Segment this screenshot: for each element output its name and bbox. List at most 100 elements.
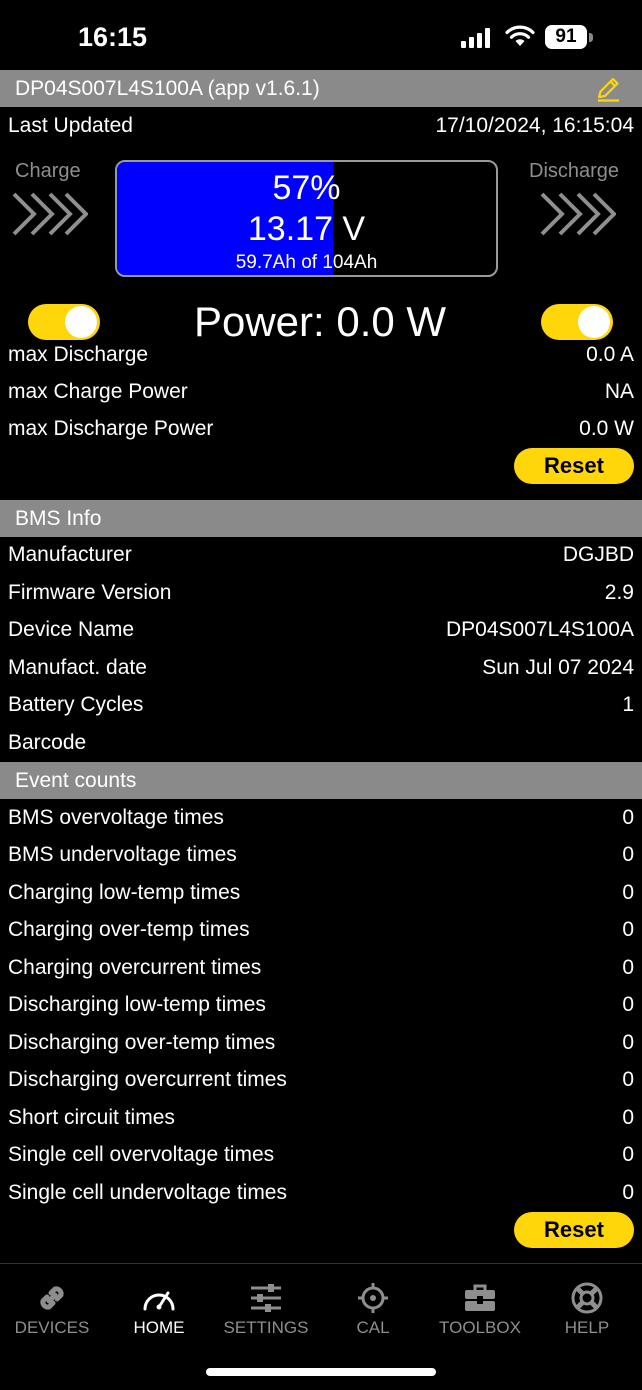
max-stats-list: max Discharge 0.0 A max Charge Power NA … — [0, 345, 642, 450]
event-row-label: Discharging overcurrent times — [8, 1068, 287, 1091]
last-updated-label: Last Updated — [8, 114, 133, 137]
state-of-charge-gauge: 57% 13.17 V 59.7Ah of 104Ah — [115, 160, 498, 277]
tab-toolbox[interactable]: TOOLBOX — [430, 1278, 530, 1338]
event-row-value: 0 — [622, 1106, 634, 1129]
cellular-signal-icon — [461, 28, 490, 48]
event-row-value: 0 — [622, 956, 634, 979]
event-row-label: Single cell undervoltage times — [8, 1181, 287, 1204]
soc-voltage: 13.17 V — [247, 210, 366, 248]
max-stat-row: max Charge Power NA — [8, 374, 634, 410]
tab-label: HOME — [133, 1318, 185, 1337]
event-row-value: 0 — [622, 1143, 634, 1166]
home-indicator[interactable] — [206, 1368, 436, 1376]
event-row-value: 0 — [622, 1181, 634, 1204]
max-stat-value: 0.0 W — [579, 417, 634, 440]
event-row: Short circuit times 0 — [8, 1100, 634, 1136]
max-stat-label: max Discharge Power — [8, 417, 214, 440]
crosshair-icon — [358, 1283, 388, 1313]
device-title: DP04S007L4S100A (app v1.6.1) — [15, 77, 320, 100]
tab-home[interactable]: HOME — [109, 1278, 209, 1338]
event-row-value: 0 — [622, 993, 634, 1016]
lifebuoy-icon — [571, 1282, 603, 1314]
event-row-label: Discharging low-temp times — [8, 993, 266, 1016]
toolbox-icon — [465, 1284, 495, 1311]
discharge-toggle[interactable] — [541, 304, 613, 340]
max-stat-row: max Discharge 0.0 A — [8, 345, 634, 373]
event-row-label: Discharging over-temp times — [8, 1031, 276, 1054]
tab-label: CAL — [356, 1318, 390, 1337]
tab-label: HELP — [564, 1318, 610, 1337]
discharge-toggle-knob — [578, 306, 610, 338]
event-row-label: BMS undervoltage times — [8, 843, 237, 866]
bms-row: Battery Cycles 1 — [8, 687, 634, 723]
sliders-icon — [251, 1284, 281, 1312]
event-row: Charging overcurrent times 0 — [8, 950, 634, 986]
event-row: Single cell undervoltage times 0 — [8, 1175, 634, 1211]
status-bar: 16:15 91 — [0, 0, 642, 70]
power-readout: Power: 0.0 W — [193, 298, 447, 345]
last-updated-value: 17/10/2024, 16:15:04 — [435, 114, 634, 137]
max-stat-value: NA — [604, 380, 634, 403]
event-row-label: Charging overcurrent times — [8, 956, 262, 979]
bms-info-header: BMS Info — [0, 500, 642, 537]
event-row-label: Charging over-temp times — [8, 918, 250, 941]
soc-percent: 57% — [272, 169, 341, 207]
speedometer-icon — [143, 1291, 175, 1311]
event-row: Discharging over-temp times 0 — [8, 1025, 634, 1061]
event-row-value: 0 — [622, 918, 634, 941]
bms-row-label: Battery Cycles — [8, 693, 144, 716]
bms-row-value: 2.9 — [604, 581, 634, 604]
bms-row-label: Manufacturer — [8, 543, 132, 566]
charge-toggle-knob — [65, 306, 97, 338]
event-row: Charging low-temp times 0 — [8, 875, 634, 911]
tab-label: DEVICES — [14, 1318, 90, 1337]
event-row-value: 0 — [622, 1068, 634, 1091]
max-stat-label: max Charge Power — [8, 380, 188, 403]
charge-label: Charge — [15, 160, 81, 182]
max-stat-row: max Discharge Power 0.0 W — [8, 411, 634, 447]
bms-row-value: 1 — [622, 693, 634, 716]
bms-row-value: Sun Jul 07 2024 — [482, 656, 634, 679]
event-row-value: 0 — [622, 843, 634, 866]
link-icon — [40, 1286, 64, 1310]
reset-event-counts-button[interactable]: Reset — [514, 1212, 634, 1248]
discharge-label: Discharge — [529, 160, 620, 182]
bms-row-value: DP04S007L4S100A — [446, 618, 634, 641]
bms-row-value: DGJBD — [562, 543, 634, 566]
reset-max-stats-button[interactable]: Reset — [514, 448, 634, 484]
event-row: BMS overvoltage times 0 — [8, 800, 634, 836]
status-time: 16:15 — [78, 22, 148, 52]
charge-toggle[interactable] — [28, 304, 100, 340]
bms-row: Barcode — [8, 725, 634, 761]
battery-level-icon: 91 — [545, 25, 587, 49]
bms-row: Firmware Version 2.9 — [8, 575, 634, 611]
event-row: BMS undervoltage times 0 — [8, 837, 634, 873]
event-row: Discharging overcurrent times 0 — [8, 1062, 634, 1098]
event-row-value: 0 — [622, 881, 634, 904]
bms-row-label: Firmware Version — [8, 581, 172, 604]
bms-row-label: Device Name — [8, 618, 135, 641]
soc-capacity: 59.7Ah of 104Ah — [235, 252, 378, 273]
wifi-icon — [505, 25, 535, 46]
event-row-label: Short circuit times — [8, 1106, 175, 1129]
last-updated-row: Last Updated 17/10/2024, 16:15:04 — [8, 108, 634, 144]
bms-row: Manufact. date Sun Jul 07 2024 — [8, 650, 634, 686]
charge-chevrons-icon — [12, 192, 88, 236]
pencil-icon[interactable] — [594, 75, 622, 103]
event-row: Single cell overvoltage times 0 — [8, 1137, 634, 1173]
max-stat-label: max Discharge — [8, 345, 149, 366]
tab-cal[interactable]: CAL — [323, 1278, 423, 1338]
discharge-chevrons-icon — [540, 192, 616, 236]
max-stat-value: 0.0 A — [586, 345, 634, 366]
tab-label: SETTINGS — [223, 1318, 309, 1337]
bms-row: Device Name DP04S007L4S100A — [8, 612, 634, 648]
tab-help[interactable]: HELP — [537, 1278, 637, 1338]
event-counts-header: Event counts — [0, 762, 642, 799]
battery-nub — [589, 33, 593, 42]
bms-row: Manufacturer DGJBD — [8, 537, 634, 573]
event-row-value: 0 — [622, 1031, 634, 1054]
event-row-value: 0 — [622, 806, 634, 829]
tab-devices[interactable]: DEVICES — [2, 1278, 102, 1338]
device-header: DP04S007L4S100A (app v1.6.1) — [0, 70, 642, 107]
tab-settings[interactable]: SETTINGS — [216, 1278, 316, 1338]
